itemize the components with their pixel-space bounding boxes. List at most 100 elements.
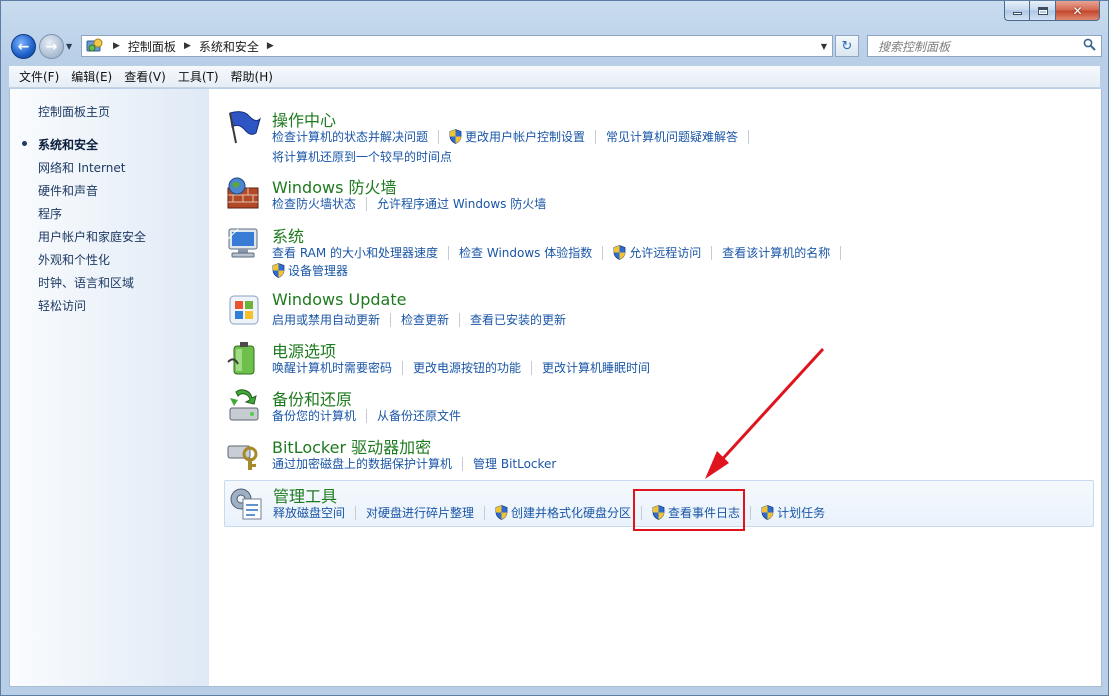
link-label: 查看 RAM 的大小和处理器速度 [272, 246, 439, 260]
minimize-icon [1012, 12, 1022, 15]
link-check-status[interactable]: 检查计算机的状态并解决问题 [272, 128, 428, 145]
close-button[interactable]: ✕ [1056, 1, 1100, 21]
category-windows-update: Windows Update 启用或禁用自动更新 检查更新 查看已安装的更新 [224, 290, 1094, 330]
navigation-bar: ← → ▼ ▶ 控制面板 ▶ 系统和安全 ▶ ▼ ↻ 搜索控制面板 [9, 33, 1102, 59]
link-label: 将计算机还原到一个较早的时间点 [272, 150, 453, 164]
link-separator [459, 312, 461, 327]
maximize-button[interactable] [1030, 1, 1056, 21]
menu-file[interactable]: 文件(F) [13, 68, 65, 85]
search-box[interactable]: 搜索控制面板 [867, 35, 1102, 57]
sidebar-item-network[interactable]: 网络和 Internet [38, 159, 146, 182]
link-separator [462, 456, 464, 471]
link-firewall-status[interactable]: 检查防火墙状态 [272, 195, 356, 212]
link-manage-bitlocker[interactable]: 管理 BitLocker [473, 455, 556, 472]
category-links: 备份您的计算机 从备份还原文件 [272, 407, 461, 424]
link-remote-access[interactable]: 允许远程访问 [613, 244, 701, 261]
category-links: 通过加密磁盘上的数据保护计算机 管理 BitLocker [272, 455, 556, 472]
sidebar-item-programs[interactable]: 程序 [38, 205, 146, 228]
link-wake-password[interactable]: 唤醒计算机时需要密码 [272, 359, 392, 376]
link-label: 查看该计算机的名称 [722, 246, 831, 260]
sidebar-item-clock-region[interactable]: 时钟、语言和区域 [38, 274, 146, 297]
breadcrumb-chevron-icon[interactable]: ▶ [267, 41, 274, 51]
search-input[interactable]: 搜索控制面板 [878, 38, 1083, 55]
link-power-button[interactable]: 更改电源按钮的功能 [413, 359, 521, 376]
search-icon[interactable] [1083, 38, 1101, 54]
key-icon [226, 436, 262, 472]
back-button[interactable]: ← [11, 34, 36, 59]
forward-button[interactable]: → [39, 34, 64, 59]
link-label: 对硬盘进行碎片整理 [366, 506, 475, 520]
category-links: 检查计算机的状态并解决问题 更改用户帐户控制设置 常见计算机问题疑难解答 [272, 128, 759, 145]
category-bitlocker: BitLocker 驱动器加密 通过加密磁盘上的数据保护计算机 管理 BitLo… [224, 434, 1094, 474]
recent-pages-dropdown[interactable]: ▼ [66, 42, 76, 52]
link-allow-program[interactable]: 允许程序通过 Windows 防火墙 [377, 195, 546, 212]
sidebar-item-user-accounts[interactable]: 用户帐户和家庭安全 [38, 228, 146, 251]
back-arrow-icon: ← [17, 38, 30, 55]
uac-shield-icon [495, 505, 508, 520]
category-links-row2: 将计算机还原到一个较早的时间点 [272, 148, 452, 165]
link-sleep-time[interactable]: 更改计算机睡眠时间 [542, 359, 650, 376]
link-restore-files[interactable]: 从备份还原文件 [377, 407, 461, 424]
link-installed-updates[interactable]: 查看已安装的更新 [470, 311, 566, 328]
link-label: 检查 Windows 体验指数 [459, 246, 593, 260]
menu-view[interactable]: 查看(V) [118, 68, 172, 85]
link-experience-index[interactable]: 检查 Windows 体验指数 [459, 244, 592, 261]
link-backup-computer[interactable]: 备份您的计算机 [272, 407, 356, 424]
link-label: 常见计算机问题疑难解答 [606, 130, 739, 144]
link-separator [531, 360, 533, 375]
link-separator [595, 129, 597, 144]
menu-help[interactable]: 帮助(H) [225, 68, 279, 85]
link-label: 计划任务 [777, 506, 826, 520]
sidebar-home-link[interactable]: 控制面板主页 [38, 103, 110, 120]
link-system-restore[interactable]: 将计算机还原到一个较早的时间点 [272, 148, 452, 165]
link-label: 备份您的计算机 [272, 409, 357, 423]
forward-arrow-icon: → [45, 38, 58, 55]
address-bar[interactable]: ▶ 控制面板 ▶ 系统和安全 ▶ ▼ [81, 35, 833, 57]
menu-tools[interactable]: 工具(T) [172, 68, 225, 85]
category-title[interactable]: Windows Update [272, 290, 406, 309]
category-backup: 备份和还原 备份您的计算机 从备份还原文件 [224, 386, 1094, 426]
admin-tools-icon [227, 485, 263, 521]
sidebar-item-appearance[interactable]: 外观和个性化 [38, 251, 146, 274]
computer-icon [226, 225, 262, 261]
link-label: 检查更新 [401, 313, 450, 327]
menu-edit[interactable]: 编辑(E) [65, 68, 118, 85]
link-schedule-tasks[interactable]: 计划任务 [761, 504, 825, 521]
uac-shield-icon [272, 263, 285, 278]
sidebar-item-hardware-sound[interactable]: 硬件和声音 [38, 182, 146, 205]
annotation-highlight-box [633, 489, 745, 531]
link-label: 更改电源按钮的功能 [413, 361, 522, 375]
link-device-manager[interactable]: 设备管理器 [272, 262, 348, 279]
link-separator [366, 408, 368, 423]
link-label: 唤醒计算机时需要密码 [272, 361, 393, 375]
category-links: 唤醒计算机时需要密码 更改电源按钮的功能 更改计算机睡眠时间 [272, 359, 650, 376]
link-create-partitions[interactable]: 创建并格式化硬盘分区 [495, 504, 631, 521]
minimize-button[interactable] [1004, 1, 1030, 21]
address-dropdown-button[interactable]: ▼ [816, 36, 832, 56]
link-separator [840, 245, 842, 260]
sidebar-item-ease-of-access[interactable]: 轻松访问 [38, 297, 146, 320]
sidebar-item-system-security[interactable]: 系统和安全 [21, 136, 146, 159]
breadcrumb-control-panel[interactable]: 控制面板 [128, 38, 176, 55]
link-defragment[interactable]: 对硬盘进行碎片整理 [366, 504, 474, 521]
breadcrumb-chevron-icon[interactable]: ▶ [113, 41, 120, 51]
category-action-center: 操作中心 检查计算机的状态并解决问题 更改用户帐户控制设置 常见计算机问题疑难解… [224, 107, 1094, 167]
link-view-ram[interactable]: 查看 RAM 的大小和处理器速度 [272, 244, 438, 261]
window-frame: ✕ ← → ▼ ▶ 控制面板 ▶ 系统和安全 ▶ ▼ ↻ 搜索控制面板 文件(F… [0, 0, 1109, 696]
link-auto-update[interactable]: 启用或禁用自动更新 [272, 311, 380, 328]
link-separator [748, 129, 750, 144]
link-uac-settings[interactable]: 更改用户帐户控制设置 [449, 128, 585, 145]
firewall-icon [226, 176, 262, 212]
link-separator [366, 196, 368, 211]
link-check-updates[interactable]: 检查更新 [401, 311, 449, 328]
link-encrypt-disk[interactable]: 通过加密磁盘上的数据保护计算机 [272, 455, 452, 472]
battery-icon [226, 340, 262, 376]
category-list: 操作中心 检查计算机的状态并解决问题 更改用户帐户控制设置 常见计算机问题疑难解… [224, 89, 1096, 686]
breadcrumb-system-security[interactable]: 系统和安全 [199, 38, 259, 55]
link-label: 检查防火墙状态 [272, 197, 357, 211]
link-disk-cleanup[interactable]: 释放磁盘空间 [273, 504, 345, 521]
refresh-button[interactable]: ↻ [835, 35, 859, 57]
breadcrumb-chevron-icon[interactable]: ▶ [184, 41, 191, 51]
link-troubleshoot[interactable]: 常见计算机问题疑难解答 [606, 128, 738, 145]
link-computer-name[interactable]: 查看该计算机的名称 [722, 244, 830, 261]
